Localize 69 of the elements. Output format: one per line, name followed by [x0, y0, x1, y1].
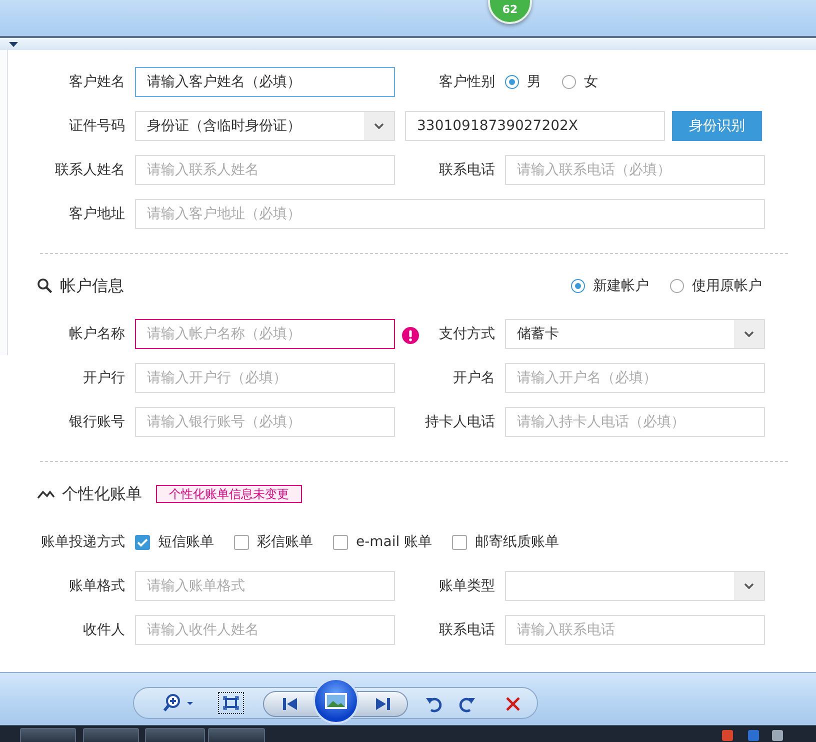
select-field[interactable]: 储蓄卡 — [505, 319, 765, 349]
dropdown-caret-icon[interactable] — [9, 42, 18, 46]
radio-option[interactable]: 女 — [562, 72, 598, 92]
taskbar-button[interactable] — [208, 728, 265, 742]
field-label: 证件号码 — [69, 116, 125, 136]
radio-button[interactable] — [505, 75, 519, 89]
caret-icon — [374, 123, 384, 129]
skip-forward-icon — [375, 697, 391, 711]
select-field[interactable] — [505, 571, 765, 601]
field-label: 客户姓名 — [69, 72, 125, 92]
checkbox-option[interactable]: 邮寄纸质账单 — [452, 532, 560, 552]
input-field[interactable]: 请输入客户姓名（必填） — [135, 67, 395, 97]
select-field[interactable]: 身份证（含临时身份证） — [135, 111, 395, 141]
field-label: 联系电话 — [439, 620, 495, 640]
field-label: 开户行 — [83, 368, 125, 388]
radio-label[interactable]: 新建帐户 — [593, 276, 649, 296]
field-label: 客户性别 — [439, 72, 495, 92]
image-icon — [325, 693, 347, 709]
checkbox-label[interactable]: 彩信账单 — [257, 532, 313, 552]
tray-icon[interactable] — [748, 730, 759, 741]
radio-label[interactable]: 使用原帐户 — [692, 276, 762, 296]
input-field[interactable]: 33010918739027202X — [405, 111, 665, 141]
error-icon — [402, 326, 419, 344]
radio-label[interactable]: 男 — [527, 72, 541, 92]
radio-label[interactable]: 女 — [584, 72, 598, 92]
zoom-button[interactable] — [162, 693, 196, 713]
field-label: 账单类型 — [439, 576, 495, 596]
checkbox-option[interactable]: e-mail 账单 — [333, 532, 432, 552]
field-label: 支付方式 — [439, 324, 495, 344]
checkbox-label[interactable]: 短信账单 — [158, 532, 214, 552]
search-icon — [37, 278, 53, 294]
checkbox-option[interactable]: 彩信账单 — [234, 532, 313, 552]
taskbar-button[interactable] — [20, 728, 76, 742]
status-notice: 个性化账单信息未变更 — [156, 485, 302, 503]
trend-line-icon — [37, 489, 55, 499]
section-title: 个性化账单 — [62, 483, 142, 505]
field-label: 账单格式 — [69, 576, 125, 596]
tray-icon[interactable] — [772, 730, 783, 741]
checkbox[interactable] — [135, 534, 150, 550]
field-label: 联系电话 — [439, 160, 495, 180]
caret-icon — [744, 331, 754, 337]
checkbox-label[interactable]: e-mail 账单 — [356, 532, 432, 552]
tray-icon[interactable] — [722, 730, 733, 741]
radio-button[interactable] — [670, 279, 684, 293]
checkbox[interactable] — [234, 534, 249, 550]
checkbox-option[interactable]: 短信账单 — [135, 532, 214, 552]
radio-button[interactable] — [571, 279, 585, 293]
taskbar-button[interactable] — [83, 728, 139, 742]
radio-option[interactable]: 新建帐户 — [571, 276, 649, 296]
checkbox[interactable] — [452, 534, 468, 550]
field-label: 开户名 — [453, 368, 495, 388]
field-label: 帐户名称 — [69, 324, 125, 344]
field-label: 银行账号 — [69, 412, 125, 432]
taskbar-button[interactable] — [145, 728, 205, 742]
field-label: 收件人 — [83, 620, 125, 640]
radio-option[interactable]: 男 — [505, 72, 541, 92]
section-title: 帐户信息 — [60, 275, 124, 297]
slideshow-button[interactable] — [313, 678, 359, 724]
skip-back-icon — [282, 697, 298, 711]
field-label: 持卡人电话 — [425, 412, 495, 432]
fit-to-window-button[interactable] — [218, 692, 244, 714]
radio-button[interactable] — [562, 75, 576, 89]
caret-icon — [744, 583, 754, 589]
field-label: 账单投递方式 — [40, 532, 125, 552]
field-label: 联系人姓名 — [55, 160, 125, 180]
checkbox[interactable] — [333, 534, 348, 550]
radio-option[interactable]: 使用原帐户 — [670, 276, 762, 296]
checkbox-label[interactable]: 邮寄纸质账单 — [475, 532, 560, 552]
field-label: 客户地址 — [69, 204, 125, 224]
